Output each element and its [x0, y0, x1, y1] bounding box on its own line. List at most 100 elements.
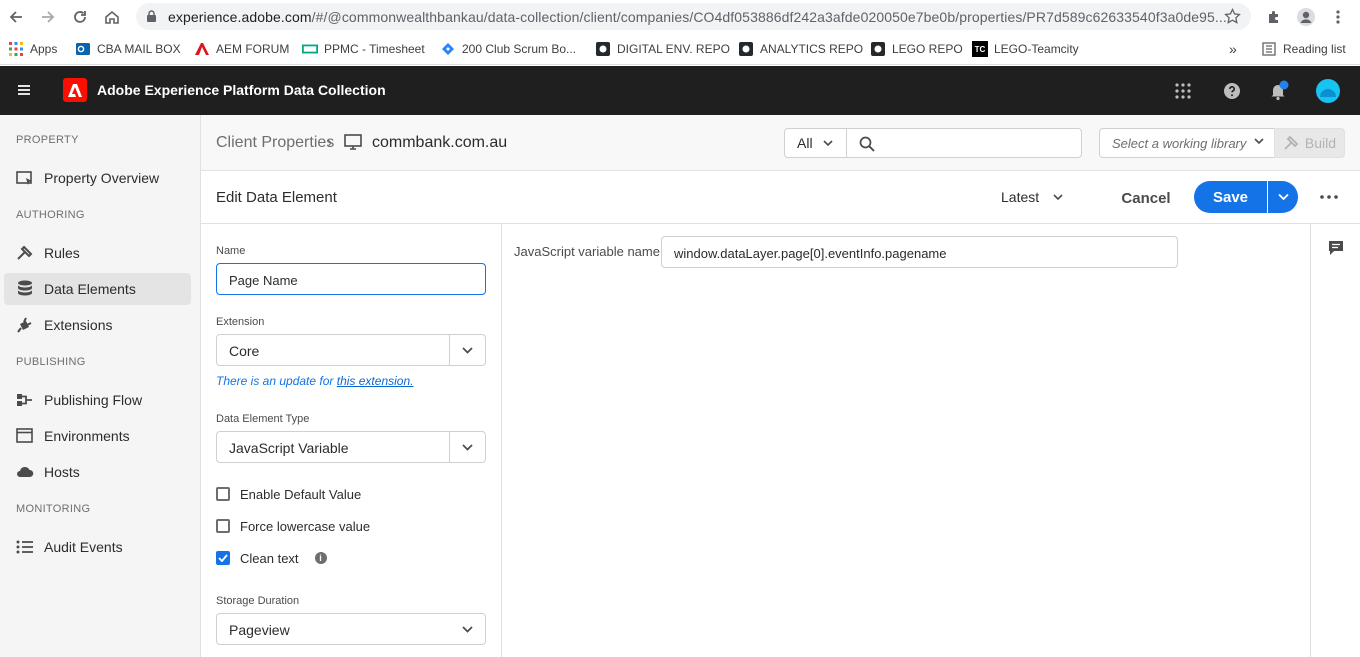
- cancel-button[interactable]: Cancel: [1111, 185, 1181, 211]
- chevron-down-icon: [1053, 193, 1063, 200]
- nav-item-publishing-flow[interactable]: Publishing Flow: [4, 384, 191, 416]
- chevron-down-icon: [1277, 193, 1289, 201]
- js-variable-input[interactable]: [674, 244, 1164, 262]
- notifications-button[interactable]: [1268, 80, 1290, 102]
- save-options-button[interactable]: [1268, 181, 1298, 213]
- filter-value: All: [797, 135, 813, 151]
- bell-icon: [1271, 80, 1289, 101]
- search-input[interactable]: [883, 134, 1073, 152]
- nav-item-label: Environments: [44, 428, 130, 444]
- more-actions-button[interactable]: [1318, 185, 1340, 209]
- extension-picker[interactable]: Core: [216, 334, 486, 366]
- flow-icon: [16, 391, 34, 409]
- storage-dropdown-button[interactable]: [449, 614, 485, 644]
- url-text: experience.adobe.com/#/@commonwealthbank…: [168, 9, 1227, 25]
- bookmark-analytics-repo[interactable]: ANALYTICS REPO: [738, 40, 863, 58]
- arrow-left-icon: [9, 11, 22, 23]
- list-icon: [16, 538, 34, 556]
- user-avatar[interactable]: [1316, 79, 1340, 103]
- nav-item-hosts[interactable]: Hosts: [4, 456, 191, 488]
- bookmark-lego-teamcity[interactable]: TC LEGO-Teamcity: [972, 40, 1079, 58]
- checkbox-box[interactable]: [216, 551, 230, 565]
- data-element-form: Name Extension Core There is an update f…: [201, 224, 502, 657]
- forward-button[interactable]: [37, 6, 59, 28]
- bookmark-ppmc[interactable]: PPMC - Timesheet: [302, 40, 425, 58]
- bookmark-label: CBA MAIL BOX: [97, 42, 181, 56]
- build-button[interactable]: Build: [1274, 128, 1345, 158]
- update-extension-link[interactable]: this extension.: [337, 374, 414, 388]
- jira-icon: [440, 41, 456, 57]
- back-button[interactable]: [5, 6, 27, 28]
- nav-item-label: Rules: [44, 245, 80, 261]
- info-icon[interactable]: i: [314, 552, 327, 564]
- home-button[interactable]: [101, 6, 123, 28]
- revision-picker[interactable]: Latest: [1001, 189, 1063, 205]
- help-button[interactable]: [1221, 80, 1243, 102]
- working-library-select[interactable]: Select a working library: [1099, 128, 1275, 158]
- chevron-down-icon: [822, 139, 833, 146]
- nav-item-audit-events[interactable]: Audit Events: [4, 531, 191, 563]
- nav-section-property: PROPERTY: [16, 134, 79, 146]
- hamburger-menu-button[interactable]: [16, 82, 32, 98]
- comment-icon[interactable]: [1328, 240, 1344, 256]
- chevron-down-icon: [462, 443, 473, 451]
- extensions-button[interactable]: [1263, 6, 1285, 28]
- save-button[interactable]: Save: [1194, 181, 1267, 213]
- chevron-double-right-icon: »: [1229, 41, 1237, 57]
- arrow-right-icon: [42, 11, 55, 23]
- bookmark-200-club[interactable]: 200 Club Scrum Bo...: [440, 40, 576, 58]
- js-variable-field[interactable]: [661, 236, 1178, 268]
- bookmarks-overflow[interactable]: »: [1229, 40, 1237, 58]
- breadcrumb-client-properties[interactable]: Client Properties: [216, 134, 334, 152]
- search-icon: [859, 136, 875, 152]
- search-field[interactable]: [846, 128, 1082, 158]
- nav-item-data-elements[interactable]: Data Elements: [4, 273, 191, 305]
- type-picker[interactable]: JavaScript Variable: [216, 431, 486, 463]
- reload-icon: [74, 11, 86, 23]
- nav-item-property-overview[interactable]: Property Overview: [4, 162, 191, 194]
- force-lowercase-checkbox[interactable]: Force lowercase value: [216, 516, 370, 536]
- breadcrumb-separator: ›: [327, 134, 333, 151]
- name-input[interactable]: [229, 271, 469, 289]
- checkbox-box[interactable]: [216, 487, 230, 501]
- enable-default-checkbox[interactable]: Enable Default Value: [216, 484, 361, 504]
- name-field[interactable]: [216, 263, 486, 295]
- app-header: Adobe Experience Platform Data Collectio…: [0, 66, 1360, 115]
- edit-header: Edit Data Element Latest Cancel Save: [201, 171, 1360, 224]
- revision-value: Latest: [1001, 189, 1040, 205]
- bookmark-label: LEGO REPO: [892, 42, 963, 56]
- extension-update-notice: There is an update for this extension.: [216, 374, 413, 388]
- github-icon: [595, 41, 611, 57]
- reload-button[interactable]: [69, 6, 91, 28]
- bookmark-star-icon[interactable]: [1224, 8, 1241, 25]
- nav-item-environments[interactable]: Environments: [4, 420, 191, 452]
- nav-item-rules[interactable]: Rules: [4, 237, 191, 269]
- extension-dropdown-button[interactable]: [449, 335, 485, 365]
- profile-button[interactable]: [1295, 6, 1317, 28]
- name-label: Name: [216, 245, 246, 257]
- browser-menu-button[interactable]: [1327, 6, 1349, 28]
- clean-text-checkbox[interactable]: Clean text i: [216, 548, 327, 568]
- puzzle-icon: [1268, 10, 1278, 23]
- search-filter-select[interactable]: All: [784, 128, 847, 158]
- nav-item-extensions[interactable]: Extensions: [4, 309, 191, 341]
- adobe-icon: [194, 41, 210, 57]
- browser-toolbar: experience.adobe.com/#/@commonwealthbank…: [0, 0, 1360, 33]
- reading-list-icon: [1261, 41, 1277, 57]
- bookmark-digital-env[interactable]: DIGITAL ENV. REPO: [595, 40, 730, 58]
- kebab-icon: [1336, 10, 1340, 24]
- reading-list[interactable]: Reading list: [1261, 40, 1346, 58]
- storage-duration-picker[interactable]: Pageview: [216, 613, 486, 645]
- bookmark-lego-repo[interactable]: LEGO REPO: [870, 40, 963, 58]
- bookmark-apps[interactable]: Apps: [8, 40, 57, 58]
- hammer-icon: [1284, 135, 1299, 150]
- bookmark-aem-forum[interactable]: AEM FORUM: [194, 40, 289, 58]
- bookmark-cba-mail[interactable]: CBA MAIL BOX: [75, 40, 181, 58]
- chevron-down-icon: [1254, 138, 1264, 145]
- help-icon: [1224, 83, 1240, 99]
- checkbox-box[interactable]: [216, 519, 230, 533]
- url-path: /#/@commonwealthbankau/data-collection/c…: [311, 9, 1227, 25]
- type-dropdown-button[interactable]: [449, 432, 485, 462]
- app-switcher-button[interactable]: [1172, 80, 1194, 102]
- address-bar[interactable]: experience.adobe.com/#/@commonwealthbank…: [136, 3, 1251, 30]
